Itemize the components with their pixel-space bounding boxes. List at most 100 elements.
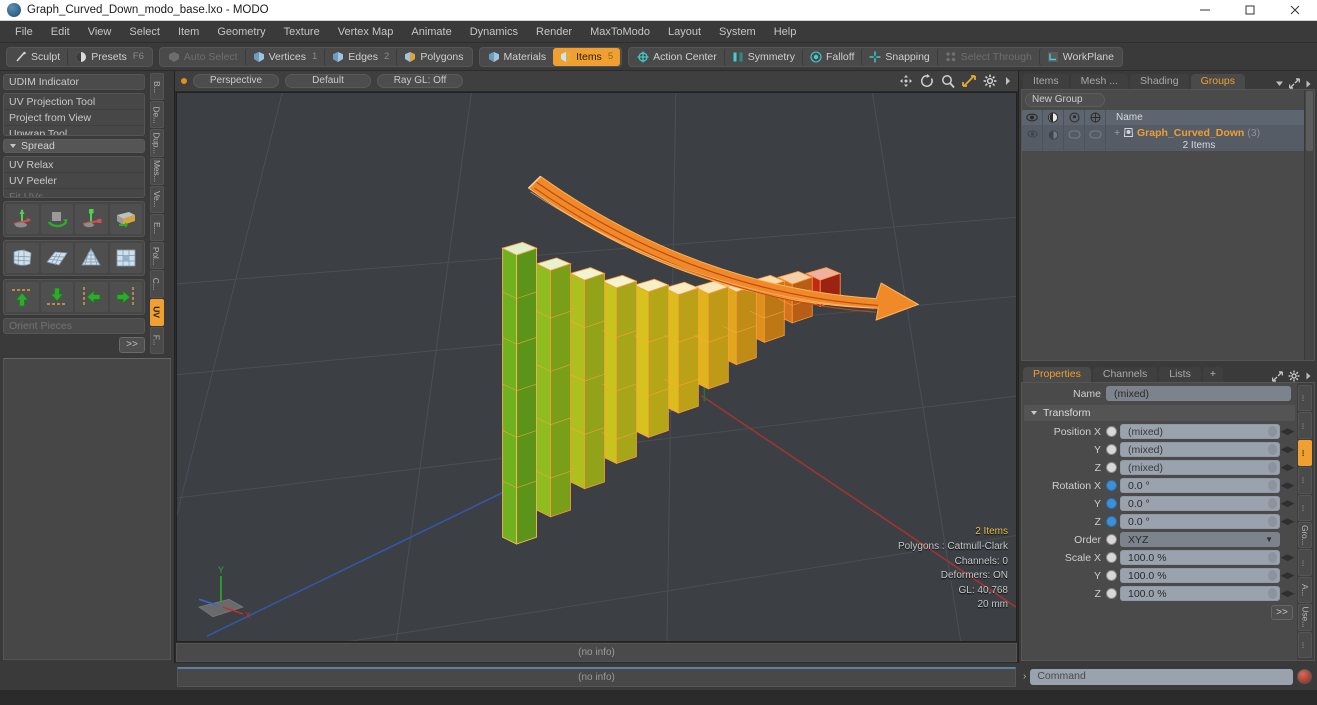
chevron-right-icon[interactable] (1305, 79, 1312, 89)
groups-scrollbar[interactable] (1304, 90, 1314, 360)
new-group-button[interactable]: New Group (1025, 93, 1105, 107)
flip-uv-icon[interactable] (109, 204, 142, 234)
scale-y-stepper[interactable]: ◀▶ (1280, 570, 1295, 581)
rotation-y-stepper[interactable]: ◀▶ (1280, 498, 1295, 509)
udim-indicator-button[interactable]: UDIM Indicator (3, 74, 145, 90)
fit-sphere-icon[interactable] (6, 243, 39, 273)
right-vtab-1[interactable]: ... (1298, 385, 1312, 412)
tab-channels[interactable]: Channels (1092, 367, 1158, 382)
right-vtab-a[interactable]: A... (1298, 576, 1312, 604)
edges-button[interactable]: Edges 2 (324, 47, 396, 66)
action-center-button[interactable]: Action Center (630, 48, 724, 66)
menu-item-edit[interactable]: Edit (42, 21, 79, 43)
left-vtab-basic[interactable]: B... (149, 73, 164, 101)
chevron-right-icon[interactable] (1305, 371, 1312, 381)
rotate-uv-icon[interactable] (40, 204, 73, 234)
rotate-view-icon[interactable] (920, 74, 934, 88)
transform-section-header[interactable]: Transform (1024, 405, 1295, 421)
row-visibility-toggle[interactable] (1022, 125, 1043, 151)
position-y-stepper[interactable]: ◀▶ (1280, 444, 1295, 455)
close-icon[interactable] (1272, 0, 1317, 21)
align-down-icon[interactable] (40, 282, 73, 312)
orient-pieces-button[interactable]: Orient Pieces (3, 318, 145, 334)
menu-item-item[interactable]: Item (169, 21, 208, 43)
left-vtab-command[interactable]: C... (149, 270, 164, 298)
tab-properties[interactable]: Properties (1023, 367, 1091, 382)
menu-item-help[interactable]: Help (765, 21, 806, 43)
left-vtab-uv[interactable]: UV (149, 298, 164, 326)
left-vtab-fur[interactable]: F... (149, 326, 164, 355)
rotation-x-stepper[interactable]: ◀▶ (1280, 480, 1295, 491)
command-input[interactable]: Command (1030, 668, 1293, 685)
tab-lists[interactable]: Lists (1159, 367, 1201, 382)
right-vtab-3[interactable]: ... (1298, 439, 1312, 467)
name-field[interactable]: (mixed) (1106, 386, 1291, 401)
rotation-x-field[interactable]: 0.0 ° (1120, 478, 1280, 493)
position-z-field[interactable]: (mixed) (1120, 460, 1280, 475)
left-vtab-polygon[interactable]: Pol... (149, 242, 164, 270)
right-vtab-4[interactable]: ... (1298, 467, 1312, 494)
move-view-icon[interactable] (899, 74, 913, 88)
fit-view-icon[interactable] (962, 74, 976, 88)
row-render-toggle[interactable] (1043, 125, 1064, 151)
left-vtab-mesh[interactable]: Mes... (149, 157, 164, 185)
polygons-button[interactable]: Polygons (396, 47, 470, 66)
gear-icon[interactable] (983, 74, 997, 88)
auto-select-button[interactable]: Auto Select (161, 48, 245, 66)
menu-item-view[interactable]: View (79, 21, 121, 43)
menu-item-vertex-map[interactable]: Vertex Map (329, 21, 403, 43)
scale-x-stepper[interactable]: ◀▶ (1280, 552, 1295, 563)
tab-shading[interactable]: Shading (1130, 74, 1189, 89)
minimize-icon[interactable] (1182, 0, 1227, 21)
expand-plus-icon[interactable]: + (1114, 127, 1120, 139)
grid-flat-icon[interactable] (40, 243, 73, 273)
snapping-button[interactable]: Snapping (861, 47, 936, 66)
position-y-radio[interactable] (1106, 444, 1117, 455)
scale-z-stepper[interactable]: ◀▶ (1280, 588, 1295, 599)
align-left-icon[interactable] (75, 282, 108, 312)
menu-item-file[interactable]: File (6, 21, 42, 43)
view-mode-button[interactable]: Perspective (193, 74, 279, 88)
table-row[interactable]: + Graph_Curved_Down (3) 2 Items (1022, 125, 1304, 151)
uv-peeler-item[interactable]: UV Peeler (4, 173, 144, 189)
properties-more-button[interactable]: >> (1271, 605, 1293, 620)
scale-z-radio[interactable] (1106, 588, 1117, 599)
right-vtab-2[interactable]: ... (1298, 412, 1312, 439)
position-x-stepper[interactable]: ◀▶ (1280, 426, 1295, 437)
left-vtab-deform[interactable]: De... (149, 101, 164, 129)
menu-item-maxtomodo[interactable]: MaxToModo (581, 21, 659, 43)
expand-icon[interactable] (1272, 370, 1283, 382)
presets-button[interactable]: Presets F6 (67, 47, 151, 66)
rotation-z-radio[interactable] (1106, 516, 1117, 527)
menu-item-dynamics[interactable]: Dynamics (461, 21, 527, 43)
uv-relax-item[interactable]: UV Relax (4, 157, 144, 173)
row-lock-toggle[interactable] (1064, 125, 1085, 151)
groups-list-empty-area[interactable] (1022, 151, 1304, 360)
menu-item-render[interactable]: Render (527, 21, 581, 43)
rotation-z-field[interactable]: 0.0 ° (1120, 514, 1280, 529)
scale-x-radio[interactable] (1106, 552, 1117, 563)
scale-uv-icon[interactable] (75, 204, 108, 234)
gear-icon[interactable] (1288, 370, 1300, 382)
position-z-stepper[interactable]: ◀▶ (1280, 462, 1295, 473)
symmetry-button[interactable]: Symmetry (723, 47, 802, 66)
spread-section-header[interactable]: Spread (3, 138, 145, 153)
right-vtab-groups[interactable]: Gro... (1298, 522, 1312, 549)
position-x-field[interactable]: (mixed) (1120, 424, 1280, 439)
menu-item-select[interactable]: Select (120, 21, 169, 43)
left-more-button[interactable]: >> (119, 337, 145, 353)
zoom-view-icon[interactable] (941, 74, 955, 88)
unwrap-tool-item[interactable]: Unwrap Tool (4, 126, 144, 135)
menu-item-geometry[interactable]: Geometry (208, 21, 274, 43)
menu-item-animate[interactable]: Animate (402, 21, 460, 43)
falloff-button[interactable]: Falloff (801, 47, 861, 66)
rotation-y-radio[interactable] (1106, 498, 1117, 509)
vertices-button[interactable]: Vertices 1 (244, 47, 325, 66)
group-row-name-cell[interactable]: + Graph_Curved_Down (3) 2 Items (1106, 125, 1304, 151)
right-vtab-user[interactable]: Use... (1298, 604, 1312, 631)
ray-gl-button[interactable]: Ray GL: Off (377, 74, 463, 88)
left-vtab-vertex[interactable]: Ve... (149, 185, 164, 214)
groups-scrollbar-thumb[interactable] (1306, 91, 1313, 151)
left-vtab-edge[interactable]: E... (149, 214, 164, 242)
left-vtab-duplicate[interactable]: Dup... (149, 129, 164, 157)
